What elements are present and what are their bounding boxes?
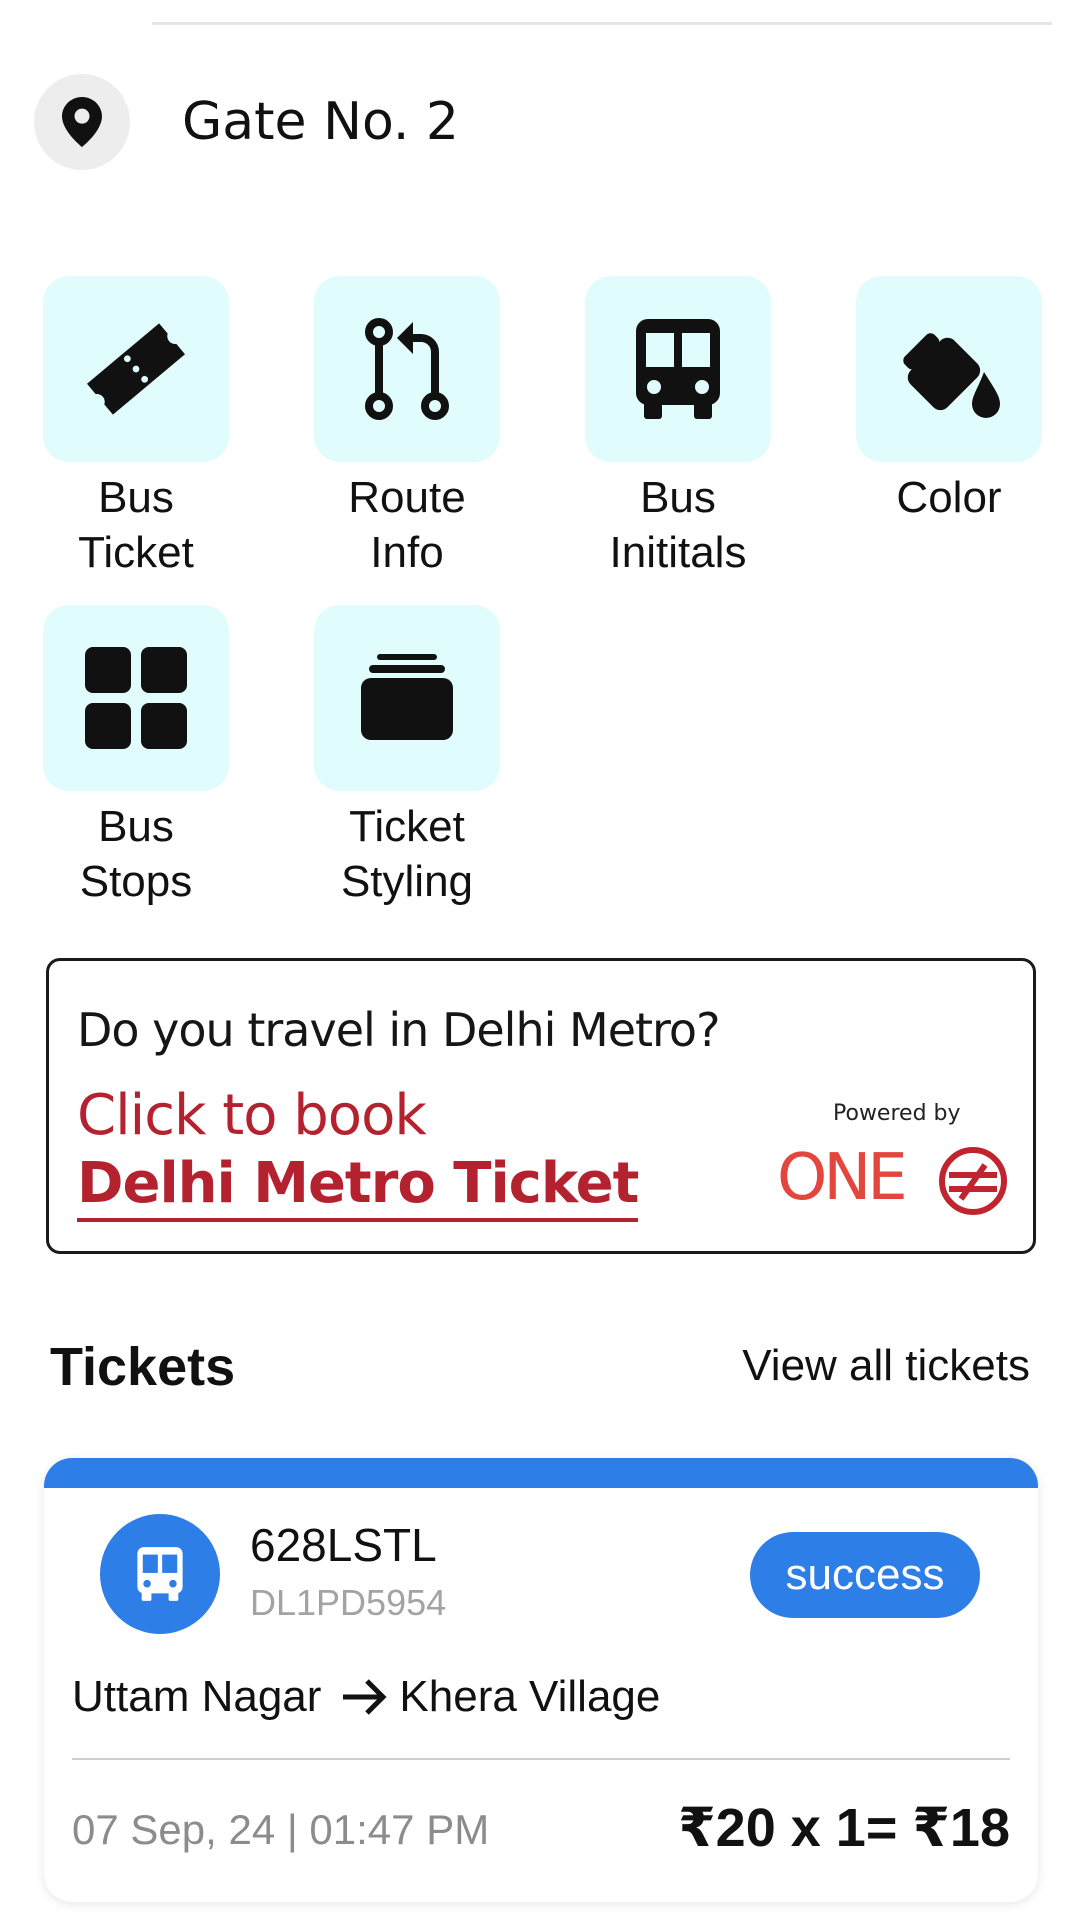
- ticket-datetime: 07 Sep, 24 | 01:47 PM: [72, 1806, 490, 1853]
- tile-bus-stops-box[interactable]: [43, 605, 229, 791]
- delhi-metro-banner[interactable]: Do you travel in Delhi Metro? Click to b…: [46, 958, 1036, 1254]
- location-pin-button[interactable]: [34, 74, 130, 170]
- ticket-bus-avatar: [100, 1514, 220, 1634]
- ticket-icon: [87, 323, 185, 415]
- metro-question: Do you travel in Delhi Metro?: [77, 1003, 720, 1057]
- metro-cta-line1: Click to book: [77, 1083, 427, 1148]
- ticket-card-header: [44, 1458, 1038, 1488]
- tile-bus-initials[interactable]: Bus Inititals: [585, 276, 771, 580]
- route-icon: [365, 318, 449, 420]
- metro-cta-link[interactable]: Delhi Metro Ticket: [77, 1151, 639, 1222]
- ticket-fare: ₹20 x 1= ₹18: [678, 1798, 1010, 1858]
- ticket-card[interactable]: 628LSTL DL1PD5954 success Uttam Nagar Kh…: [44, 1458, 1038, 1902]
- tile-bus-initials-label: Bus Inititals: [609, 473, 747, 577]
- view-all-tickets-link[interactable]: View all tickets: [742, 1341, 1030, 1391]
- ticket-route: Uttam Nagar Khera Village: [72, 1672, 660, 1722]
- tile-ticket-styling-box[interactable]: [314, 605, 500, 791]
- tile-bus-stops[interactable]: Bus Stops: [43, 605, 229, 909]
- ticket-bus-number: DL1PD5954: [250, 1582, 447, 1623]
- bus-icon: [636, 319, 720, 419]
- tickets-heading: Tickets: [50, 1337, 236, 1397]
- tile-color-label: Color: [896, 473, 1002, 522]
- map-pin-icon: [62, 97, 102, 147]
- tile-color[interactable]: Color: [856, 276, 1042, 525]
- ticket-card-divider: [72, 1758, 1010, 1760]
- one-logo: ONE: [777, 1141, 908, 1215]
- powered-by-label: Powered by: [833, 1101, 961, 1126]
- tile-bus-ticket-box[interactable]: [43, 276, 229, 462]
- delhi-metro-logo-icon: [939, 1147, 1007, 1215]
- location-selector[interactable]: Gate No. 2: [34, 74, 459, 170]
- ticket-route-code: 628LSTL: [250, 1519, 437, 1571]
- tile-route-info-box[interactable]: [314, 276, 500, 462]
- grid-icon: [85, 647, 187, 749]
- ticket-to-stop: Khera Village: [399, 1672, 661, 1721]
- tile-color-box[interactable]: [856, 276, 1042, 462]
- top-divider: [152, 22, 1052, 25]
- tile-ticket-styling[interactable]: Ticket Styling: [314, 605, 500, 909]
- tile-bus-initials-box[interactable]: [585, 276, 771, 462]
- tile-bus-ticket[interactable]: Bus Ticket: [43, 276, 229, 580]
- tile-bus-stops-label: Bus Stops: [79, 802, 193, 906]
- location-name: Gate No. 2: [182, 92, 460, 152]
- stack-icon: [361, 654, 453, 740]
- bus-icon: [137, 1547, 183, 1601]
- home-screen: Gate No. 2 Bus Ticket Route Info Bus Ini…: [0, 0, 1080, 1914]
- ticket-from-stop: Uttam Nagar: [72, 1672, 322, 1721]
- tile-route-info-label: Route Info: [348, 473, 466, 577]
- paint-bucket-icon: [903, 333, 1000, 418]
- tile-route-info[interactable]: Route Info: [314, 276, 500, 580]
- arrow-right-icon: [341, 1677, 389, 1717]
- tile-bus-ticket-label: Bus Ticket: [78, 473, 194, 577]
- status-badge: success: [750, 1532, 980, 1618]
- tile-ticket-styling-label: Ticket Styling: [340, 802, 474, 906]
